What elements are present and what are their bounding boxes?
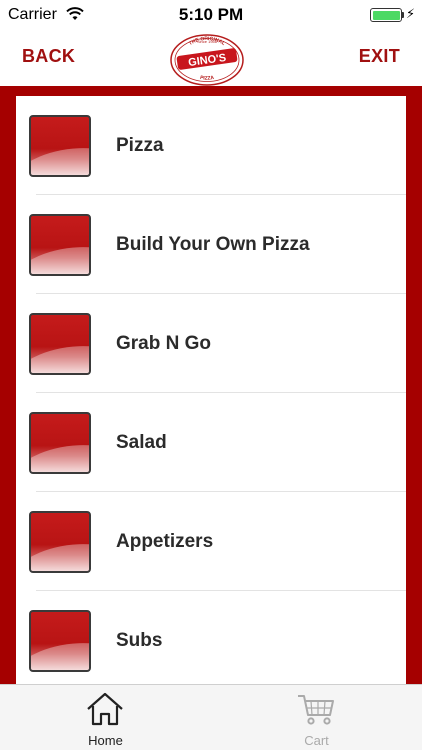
home-icon (87, 692, 123, 726)
category-thumbnail (29, 412, 91, 474)
menu-item-appetizers[interactable]: Appetizers (16, 492, 406, 591)
menu-item-pizza[interactable]: Pizza (16, 96, 406, 195)
category-thumbnail (29, 610, 91, 672)
cart-icon (298, 695, 334, 725)
logo-since: Since 1956 (197, 39, 218, 44)
menu-item-label: Appetizers (116, 531, 214, 552)
ginos-pizza-logo: THE ORIGINAL Since 1956 GINO'S PIZZA (170, 34, 244, 86)
tab-cart-label: Cart (304, 733, 329, 748)
logo-pizza: PIZZA (199, 75, 215, 82)
battery-tip (402, 12, 404, 18)
tab-home[interactable]: Home (0, 685, 211, 750)
category-thumbnail (29, 214, 91, 276)
category-thumbnail (29, 313, 91, 375)
menu-item-grab-n-go[interactable]: Grab N Go (16, 294, 406, 393)
menu-item-label: Build Your Own Pizza (116, 234, 310, 255)
tab-bar: Home Cart (0, 684, 422, 750)
battery-icon (370, 8, 402, 22)
menu-item-label: Subs (116, 630, 163, 651)
menu-item-subs[interactable]: Subs (16, 591, 406, 684)
tab-cart[interactable]: Cart (211, 685, 422, 750)
menu-item-salad[interactable]: Salad (16, 393, 406, 492)
category-thumbnail (29, 511, 91, 573)
menu-item-label: Pizza (116, 135, 164, 156)
clock: 5:10 PM (178, 5, 244, 24)
svg-text:PIZZA: PIZZA (199, 75, 215, 82)
category-thumbnail (29, 115, 91, 177)
menu-item-label: Salad (116, 432, 167, 453)
menu-item-label: Grab N Go (116, 333, 212, 354)
exit-button[interactable]: EXIT (359, 46, 400, 67)
back-button[interactable]: BACK (22, 46, 75, 67)
tab-home-label: Home (88, 733, 123, 748)
status-bar: Carrier 5:10 PM ⚡ (0, 0, 422, 30)
menu-list: Pizza Build Your Own Pizza Grab N Go Sal… (16, 96, 406, 684)
menu-item-build-your-own-pizza[interactable]: Build Your Own Pizza (16, 195, 406, 294)
content-frame: Pizza Build Your Own Pizza Grab N Go Sal… (0, 86, 422, 684)
navigation-header: BACK THE ORIGINAL Since 1956 GINO'S PIZZ… (0, 30, 422, 86)
charging-icon: ⚡ (406, 6, 416, 21)
